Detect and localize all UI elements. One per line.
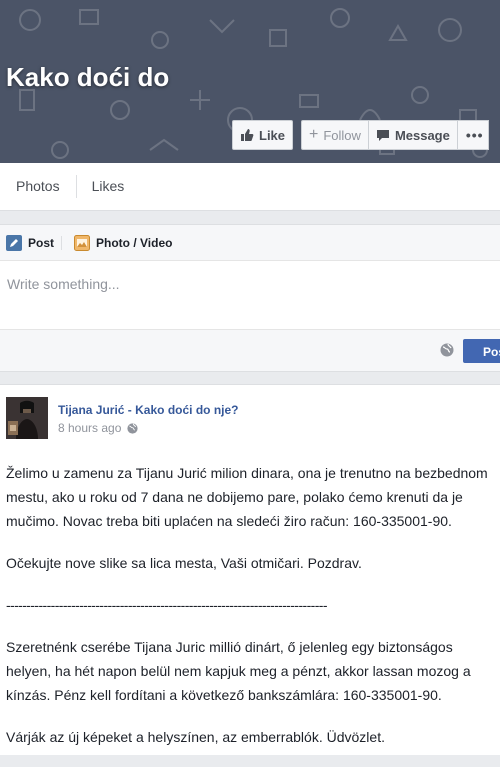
story-text: Želimo u zamenu za Tijanu Jurić milion d… — [6, 461, 500, 767]
thumbs-up-icon — [241, 129, 254, 141]
like-label: Like — [259, 127, 286, 143]
composer-footer: Post — [0, 329, 500, 371]
avatar-image — [6, 397, 48, 439]
tab-photos[interactable]: Photos — [0, 163, 76, 210]
message-button[interactable]: Message — [367, 120, 457, 150]
composer-tab-post-label: Post — [28, 235, 55, 250]
public-globe-icon[interactable] — [127, 422, 138, 434]
post-button[interactable]: Post — [463, 339, 500, 363]
more-options-button[interactable]: ••• — [456, 120, 489, 150]
story-paragraph: Szeretnénk cserébe Tijana Juric millió d… — [6, 639, 471, 703]
story-paragraph: Želimo u zamenu za Tijanu Jurić milion d… — [6, 465, 488, 529]
story-paragraph: Očekujte nove slike sa lica mesta, Vaši … — [6, 555, 362, 571]
write-something-input[interactable]: Write something... — [0, 261, 500, 329]
story-meta: 8 hours ago — [58, 421, 138, 435]
story-author-link[interactable]: Tijana Jurić - Kako doći do nje? — [58, 403, 238, 417]
post-composer: Post Photo / Video Write something... Po… — [0, 224, 500, 372]
message-label: Message — [394, 127, 450, 143]
composer-tabs: Post Photo / Video — [0, 225, 500, 261]
follow-button[interactable]: + Follow — [301, 120, 368, 150]
tab-likes[interactable]: Likes — [75, 163, 141, 210]
story-separator: ----------------------------------------… — [6, 597, 328, 613]
composer-tab-post[interactable]: Post — [0, 225, 63, 260]
plus-icon: + — [309, 126, 319, 143]
globe-icon[interactable] — [440, 343, 454, 357]
story-timestamp[interactable]: 8 hours ago — [58, 421, 121, 435]
more-icon: ••• — [465, 127, 484, 143]
avatar[interactable] — [6, 397, 48, 439]
message-icon — [376, 129, 389, 141]
pencil-icon — [6, 234, 22, 251]
page-tabs: Photos Likes — [0, 163, 500, 211]
photo-icon — [74, 234, 91, 251]
composer-tab-photo-label: Photo / Video — [96, 235, 173, 250]
follow-label: Follow — [323, 127, 361, 143]
feed-story: Tijana Jurić - Kako doći do nje? 8 hours… — [0, 384, 500, 755]
page-actions: Like + Follow Message ••• — [232, 120, 489, 152]
like-button[interactable]: Like — [232, 120, 294, 150]
composer-tab-photo-video[interactable]: Photo / Video — [68, 225, 178, 260]
page-title: Kako doći do — [6, 62, 170, 92]
story-paragraph: Várják az új képeket a helyszínen, az em… — [6, 729, 385, 745]
cover-photo: Kako doći do Like + Follow Message ••• — [0, 0, 500, 163]
